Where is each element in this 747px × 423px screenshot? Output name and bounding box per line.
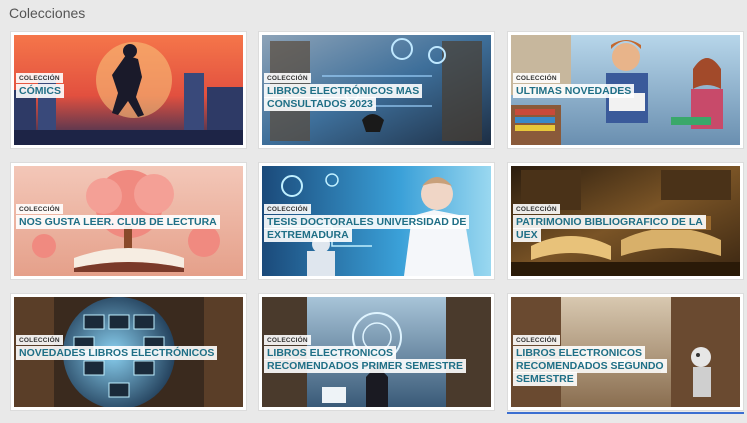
collection-badge: COLECCIÓN — [16, 335, 63, 345]
collection-title[interactable]: LIBROS ELECTRONICOS RECOMENDADOS PRIMER … — [264, 346, 474, 373]
collection-card-comics[interactable]: COLECCIÓN CÓMICS — [10, 31, 247, 149]
collection-card-patrimonio[interactable]: COLECCIÓN PATRIMONIO BIBLIOGRAFICO DE LA… — [507, 162, 744, 280]
collection-card-ultimas-novedades[interactable]: COLECCIÓN ULTIMAS NOVEDADES — [507, 31, 744, 149]
collection-title[interactable]: CÓMICS — [16, 84, 226, 98]
collection-card-club-lectura[interactable]: COLECCIÓN NOS GUSTA LEER. CLUB DE LECTUR… — [10, 162, 247, 280]
collection-card-recomendados-primer-semestre[interactable]: COLECCIÓN LIBROS ELECTRONICOS RECOMENDAD… — [258, 293, 495, 411]
collection-badge: COLECCIÓN — [513, 335, 560, 345]
collection-title[interactable]: ULTIMAS NOVEDADES — [513, 84, 723, 98]
collection-badge: COLECCIÓN — [264, 335, 311, 345]
collection-card-recomendados-segundo-semestre[interactable]: COLECCIÓN LIBROS ELECTRONICOS RECOMENDAD… — [507, 293, 744, 411]
collection-badge: COLECCIÓN — [264, 204, 311, 214]
focus-underline — [507, 412, 744, 414]
collection-card-libros-mas-consultados[interactable]: COLECCIÓN LIBROS ELECTRÓNICOS MAS CONSUL… — [258, 31, 495, 149]
collection-badge: COLECCIÓN — [513, 73, 560, 83]
collection-badge: COLECCIÓN — [16, 73, 63, 83]
collection-card-novedades-electronicos[interactable]: COLECCIÓN NOVEDADES LIBROS ELECTRÓNICOS — [10, 293, 247, 411]
collection-badge: COLECCIÓN — [16, 204, 63, 214]
collection-badge: COLECCIÓN — [513, 204, 560, 214]
collection-title[interactable]: LIBROS ELECTRÓNICOS MAS CONSULTADOS 2023 — [264, 84, 474, 111]
section-title: Colecciones — [9, 5, 86, 21]
collection-title[interactable]: NOS GUSTA LEER. CLUB DE LECTURA — [16, 215, 226, 229]
collection-badge: COLECCIÓN — [264, 73, 311, 83]
collection-title[interactable]: LIBROS ELECTRONICOS RECOMENDADOS SEGUNDO… — [513, 346, 723, 386]
collection-title[interactable]: TESIS DOCTORALES UNIVERSIDAD DE EXTREMAD… — [264, 215, 474, 242]
collection-title[interactable]: PATRIMONIO BIBLIOGRAFICO DE LA UEX — [513, 215, 723, 242]
collection-title[interactable]: NOVEDADES LIBROS ELECTRÓNICOS — [16, 346, 226, 360]
collections-grid: COLECCIÓN CÓMICS COLECCIÓN LIBROS ELECTR… — [10, 31, 744, 415]
collection-card-tesis-doctorales[interactable]: COLECCIÓN TESIS DOCTORALES UNIVERSIDAD D… — [258, 162, 495, 280]
